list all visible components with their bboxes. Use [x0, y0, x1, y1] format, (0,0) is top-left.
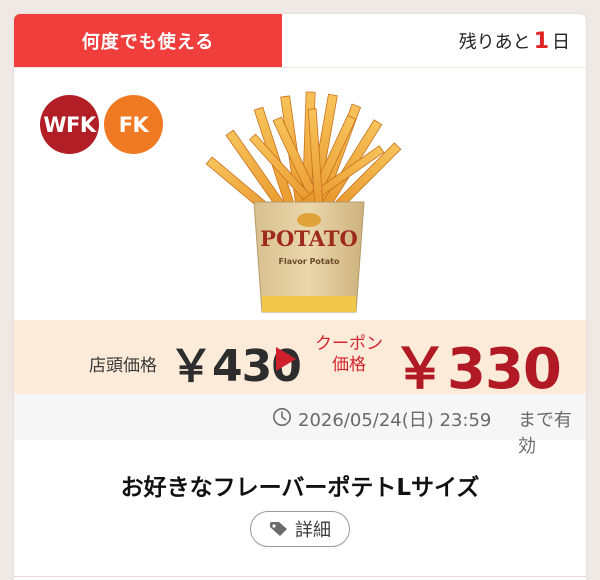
- clock-icon: [273, 408, 291, 426]
- arrow-right-icon: [276, 347, 296, 371]
- remaining-days: 残りあと 1 日: [459, 28, 570, 54]
- coupon-price: ￥330: [392, 337, 562, 402]
- price-band: 店頭価格 ￥430 クーポン 価格 ￥330: [14, 320, 586, 402]
- product-box-subtext: Flavor Potato: [279, 257, 340, 266]
- coupon-price-label: クーポン 価格: [314, 334, 384, 376]
- tag-icon: [270, 522, 287, 536]
- detail-button[interactable]: 詳細: [250, 511, 350, 547]
- store-price-label: 店頭価格: [89, 356, 157, 376]
- coupon-title: お好きなフレーバーポテトLサイズ: [120, 475, 480, 501]
- expiry-suffix: まで有効: [518, 410, 572, 457]
- product-box-text: POTATO: [260, 226, 358, 251]
- coupon-price-label-line2: 価格: [332, 355, 366, 375]
- reusable-banner: 何度でも使える: [14, 14, 282, 67]
- expiry-row: 2026/05/24(日) 23:59 まで有効: [14, 394, 586, 457]
- product-image: POTATO Flavor Potato: [205, 91, 402, 313]
- fk-badge: FK: [104, 95, 163, 154]
- wfk-badge: WFK: [40, 95, 99, 154]
- remaining-suffix: 日: [552, 32, 570, 53]
- expiry-date: 2026/05/24(日) 23:59: [298, 410, 492, 431]
- remaining-days-count: 1: [533, 29, 549, 54]
- remaining-prefix: 残りあと: [458, 32, 531, 53]
- coupon-card[interactable]: 何度でも使える 残りあと 1 日 WFK FK POTATO Flavor Po…: [14, 14, 586, 580]
- header-divider: [14, 67, 586, 68]
- bottom-divider: [14, 576, 586, 577]
- coupon-price-label-line1: クーポン: [315, 334, 383, 354]
- detail-button-label: 詳細: [295, 520, 331, 541]
